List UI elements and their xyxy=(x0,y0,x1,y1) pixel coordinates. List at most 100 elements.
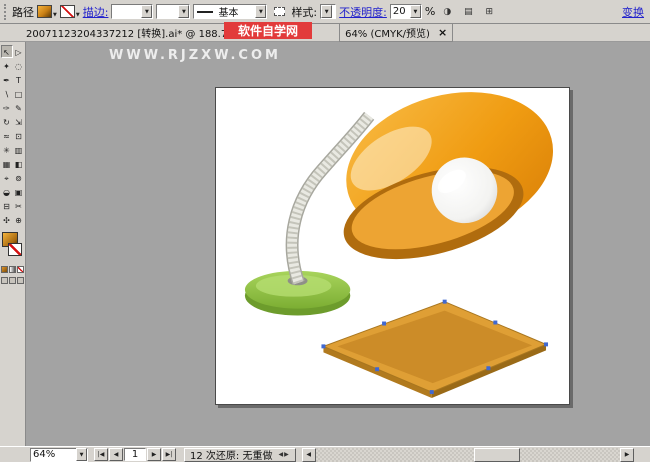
selected-board-object[interactable] xyxy=(321,300,548,398)
first-page-button[interactable]: |◀ xyxy=(94,448,108,461)
document-title: 20071123204337212 [转换].ai* @ 188.74% xyxy=(26,25,243,40)
opacity-combo[interactable]: 20 ▼ xyxy=(390,4,422,19)
chevron-down-icon[interactable]: ▼ xyxy=(76,448,87,461)
hand-tool[interactable]: ✣ xyxy=(1,213,13,226)
last-page-button[interactable]: ▶| xyxy=(162,448,176,461)
none-mode-button[interactable] xyxy=(17,266,24,273)
mesh-tool[interactable]: ▦ xyxy=(1,157,13,170)
style-preview-icon[interactable] xyxy=(270,4,288,20)
toolbar-screen-modes xyxy=(0,277,25,284)
document-tab[interactable]: 64% (CMYK/预览) × xyxy=(339,23,453,42)
toolbar-swatches xyxy=(1,232,25,262)
scroll-left-icon[interactable]: ◀ xyxy=(302,448,316,462)
lamp-shade[interactable] xyxy=(315,88,569,276)
rectangle-tool[interactable]: □ xyxy=(13,87,25,100)
illustrator-window: 路径 ▼ ▼ 描边: ▼ ▼ 基本 ▼ 样式: ▼ 不透明度: 20 xyxy=(0,0,650,462)
stroke-color-swatch[interactable]: ▼ xyxy=(60,5,80,18)
gradient-tool[interactable]: ◧ xyxy=(13,157,25,170)
live-paint-selection-tool[interactable]: ▣ xyxy=(13,185,25,198)
next-page-button[interactable]: ▶ xyxy=(147,448,161,461)
status-display[interactable]: 12 次还原: 无重做 ◀▶ xyxy=(184,448,296,462)
main-area: ↖▷✦◌✒T∖□✑✎↻⇲≈⊡✳▥▦◧⌖⊚◒▣⊟✂✣⊕ WWW.RJZXW.COM xyxy=(0,42,650,446)
control-bar-grip[interactable] xyxy=(4,4,7,20)
free-transform-tool[interactable]: ⊡ xyxy=(13,129,25,142)
fill-color-swatch[interactable]: ▼ xyxy=(37,5,57,18)
toolbar-color-modes xyxy=(0,266,25,273)
chevron-down-icon[interactable]: ▼ xyxy=(178,5,189,18)
stroke-label[interactable]: 描边: xyxy=(83,4,109,20)
lasso-tool[interactable]: ◌ xyxy=(13,59,25,72)
toolbar-stroke-swatch[interactable] xyxy=(8,243,22,256)
horizontal-scrollbar[interactable]: ◀ ▶ xyxy=(302,448,634,462)
pen-tool[interactable]: ✒ xyxy=(1,73,13,86)
stroke-weight-combo[interactable]: ▼ xyxy=(111,4,153,19)
eyedropper-tool[interactable]: ⌖ xyxy=(1,171,13,184)
direct-selection-tool[interactable]: ▷ xyxy=(13,45,25,58)
recolor-artwork-icon[interactable]: ◑ xyxy=(438,4,456,20)
undo-status-text: 12 次还原: 无重做 xyxy=(190,447,272,462)
tools-panel: ↖▷✦◌✒T∖□✑✎↻⇲≈⊡✳▥▦◧⌖⊚◒▣⊟✂✣⊕ xyxy=(0,42,26,446)
document-grid-icon[interactable]: ⊞ xyxy=(480,4,498,20)
transform-link[interactable]: 变换 xyxy=(622,4,644,20)
opacity-value: 20 xyxy=(391,6,410,17)
chevron-down-icon[interactable]: ▼ xyxy=(321,5,332,18)
warp-tool[interactable]: ≈ xyxy=(1,129,13,142)
scrollbar-thumb[interactable] xyxy=(474,448,520,462)
scissors-tool[interactable]: ✂ xyxy=(13,199,25,212)
style-combo[interactable]: ▼ xyxy=(320,4,336,19)
dashed-box-icon xyxy=(274,7,285,16)
color-mode-button[interactable] xyxy=(1,266,8,273)
paintbrush-tool[interactable]: ✑ xyxy=(1,101,13,114)
fill-color-icon xyxy=(37,5,52,18)
document-tab-label: 64% (CMYK/预览) xyxy=(345,25,430,40)
live-paint-bucket-tool[interactable]: ◒ xyxy=(1,185,13,198)
path-label: 路径 xyxy=(12,4,34,20)
chevron-down-icon[interactable]: ▼ xyxy=(255,5,266,18)
blend-tool[interactable]: ⊚ xyxy=(13,171,25,184)
pencil-tool[interactable]: ✎ xyxy=(13,101,25,114)
stroke-preview-icon xyxy=(197,11,213,13)
artboard[interactable] xyxy=(215,87,570,405)
line-tool[interactable]: ∖ xyxy=(1,87,13,100)
magic-wand-tool[interactable]: ✦ xyxy=(1,59,13,72)
zoom-tool[interactable]: ⊕ xyxy=(13,213,25,226)
brush-definition-combo[interactable]: 基本 ▼ xyxy=(193,4,267,19)
document-bar: 20071123204337212 [转换].ai* @ 188.74% 64%… xyxy=(0,24,650,42)
normal-screen-button[interactable] xyxy=(1,277,8,284)
scroll-right-icon[interactable]: ▶ xyxy=(620,448,634,462)
status-bar: 64% ▼ |◀ ◀ 1 ▶ ▶| 12 次还原: 无重做 ◀▶ ◀ ▶ xyxy=(0,446,650,462)
rotate-tool[interactable]: ↻ xyxy=(1,115,13,128)
style-label: 样式: xyxy=(291,4,317,20)
chevron-down-icon: ▼ xyxy=(76,12,80,18)
selection-tool[interactable]: ↖ xyxy=(1,45,13,58)
status-arrows-icon[interactable]: ◀▶ xyxy=(278,451,289,458)
scrollbar-track[interactable] xyxy=(316,448,620,462)
watermark-url: WWW.RJZXW.COM xyxy=(30,48,360,63)
zoom-combo[interactable]: 64% ▼ xyxy=(30,448,88,462)
type-tool[interactable]: T xyxy=(13,73,25,86)
stroke-none-icon xyxy=(60,5,75,18)
percent-label: % xyxy=(425,5,435,18)
slice-tool[interactable]: ⊟ xyxy=(1,199,13,212)
full-screen-menu-button[interactable] xyxy=(9,277,16,284)
width-profile-combo[interactable]: ▼ xyxy=(156,4,190,19)
chevron-down-icon[interactable]: ▼ xyxy=(141,5,152,18)
prev-page-button[interactable]: ◀ xyxy=(109,448,123,461)
page-navigation: |◀ ◀ 1 ▶ ▶| xyxy=(94,448,176,461)
align-panel-icon[interactable]: ▤ xyxy=(459,4,477,20)
page-field[interactable]: 1 xyxy=(124,448,146,461)
full-screen-button[interactable] xyxy=(17,277,24,284)
brush-definition-value: 基本 xyxy=(216,4,255,19)
chevron-down-icon[interactable]: ▼ xyxy=(410,5,421,18)
control-bar: 路径 ▼ ▼ 描边: ▼ ▼ 基本 ▼ 样式: ▼ 不透明度: 20 xyxy=(0,0,650,24)
gradient-mode-button[interactable] xyxy=(9,266,16,273)
scale-tool[interactable]: ⇲ xyxy=(13,115,25,128)
symbol-sprayer-tool[interactable]: ✳ xyxy=(1,143,13,156)
close-icon[interactable]: × xyxy=(438,28,447,38)
tool-grid: ↖▷✦◌✒T∖□✑✎↻⇲≈⊡✳▥▦◧⌖⊚◒▣⊟✂✣⊕ xyxy=(0,45,25,226)
lamp-artwork xyxy=(216,88,569,404)
chevron-down-icon: ▼ xyxy=(53,12,57,18)
canvas-area[interactable]: WWW.RJZXW.COM xyxy=(26,42,650,446)
opacity-label[interactable]: 不透明度: xyxy=(339,4,387,20)
graph-tool[interactable]: ▥ xyxy=(13,143,25,156)
